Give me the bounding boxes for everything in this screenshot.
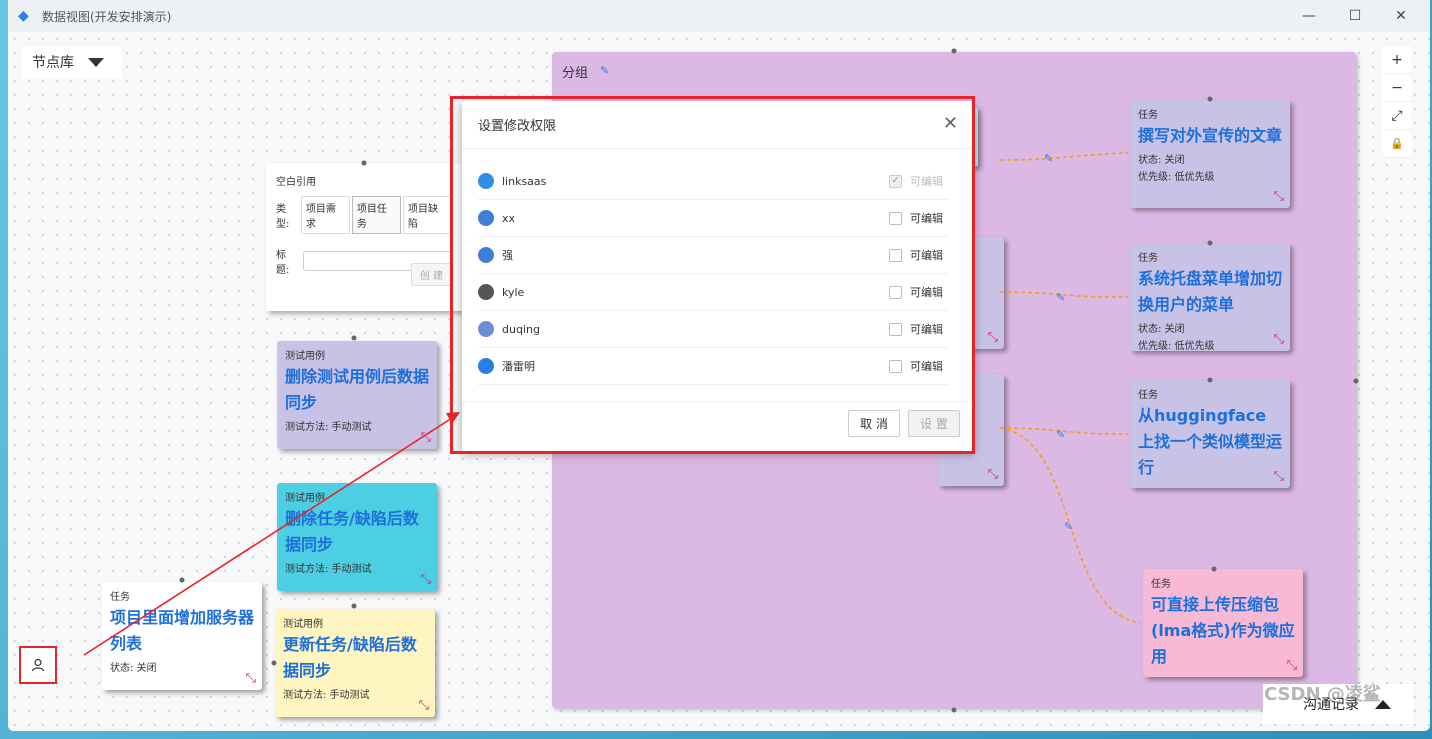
blank-ref-heading: 空白引用 (276, 177, 316, 188)
task-card[interactable]: 任务 系统托盘菜单增加切换用户的菜单 状态: 关闭 优先级: 低优先级 ⤡ (1130, 243, 1290, 351)
card-kind: 测试用例 (285, 493, 325, 504)
card-title: 撰写对外宣传的文章 (1138, 126, 1283, 145)
blank-reference-node[interactable]: 空白引用 类型: 项目需求 项目任务 项目缺陷 标题: 创 建 (266, 163, 462, 311)
zoom-out-button[interactable]: − (1383, 74, 1411, 102)
user-button[interactable] (19, 646, 57, 684)
card-title: 可直接上传压缩包(lma格式)作为微应用 (1151, 595, 1295, 666)
caret-down-icon (88, 57, 104, 67)
card-title: 更新任务/缺陷后数据同步 (283, 635, 417, 680)
resize-icon[interactable]: ⤡ (246, 671, 256, 686)
card-kind: 测试用例 (283, 619, 323, 630)
lock-icon[interactable]: 🔒 (1383, 130, 1411, 158)
testcase-card[interactable]: 测试用例 更新任务/缺陷后数据同步 测试方法: 手动测试 ⤡ (275, 609, 435, 717)
resize-icon[interactable]: ⤡ (1274, 189, 1284, 204)
card-test-method: 测试方法: 手动测试 (285, 422, 372, 433)
resize-icon[interactable]: ⤡ (1274, 469, 1284, 484)
edit-icon[interactable]: ✎ (600, 64, 609, 77)
title-label: 标题: (276, 250, 290, 276)
window-title: 数据视图(开发安排演示) (42, 9, 172, 24)
testcase-card[interactable]: 测试用例 删除任务/缺陷后数据同步 测试方法: 手动测试 ⤡ (277, 483, 437, 591)
card-kind: 测试用例 (285, 351, 325, 362)
card-title: 从huggingface上找一个类似模型运行 (1138, 406, 1283, 477)
tab-task[interactable]: 项目任务 (351, 196, 401, 234)
card-kind: 任务 (1151, 579, 1171, 590)
resize-icon[interactable]: ⤡ (419, 698, 429, 713)
resize-icon[interactable]: ⤡ (988, 330, 998, 345)
testcase-card[interactable]: 测试用例 删除测试用例后数据同步 测试方法: 手动测试 ⤡ (277, 341, 437, 449)
title-bar: ◆ 数据视图(开发安排演示) — ☐ ✕ (8, 0, 1430, 32)
card-priority: 优先级: 低优先级 (1138, 341, 1215, 351)
card-kind: 任务 (1138, 253, 1158, 264)
close-button[interactable]: ✕ (1378, 0, 1424, 32)
card-test-method: 测试方法: 手动测试 (283, 690, 370, 701)
card-kind: 任务 (1138, 390, 1158, 401)
card-status: 状态: 关闭 (1138, 155, 1185, 166)
card-title: 删除任务/缺陷后数据同步 (285, 509, 419, 554)
highlight-box (450, 96, 975, 454)
group-title: 分组 (562, 66, 589, 81)
resize-icon[interactable]: ⤡ (421, 572, 431, 587)
maximize-button[interactable]: ☐ (1332, 0, 1378, 32)
task-card[interactable]: 任务 项目里面增加服务器列表 状态: 关闭 ⤡ (102, 582, 262, 690)
minimize-button[interactable]: — (1286, 0, 1332, 32)
card-test-method: 测试方法: 手动测试 (285, 564, 372, 575)
task-card[interactable]: 任务 从huggingface上找一个类似模型运行 ⤡ (1130, 380, 1290, 488)
node-library-dropdown[interactable]: 节点库 (22, 46, 122, 78)
card-title: 删除测试用例后数据同步 (285, 367, 430, 412)
type-label: 类型: (276, 204, 290, 230)
node-library-label: 节点库 (32, 55, 74, 71)
card-title: 项目里面增加服务器列表 (110, 608, 255, 653)
card-priority: 优先级: 低优先级 (1138, 172, 1215, 183)
resize-icon[interactable]: ⤡ (421, 430, 431, 445)
resize-icon[interactable]: ⤡ (1274, 332, 1284, 347)
card-status: 状态: 关闭 (1138, 324, 1185, 335)
create-button[interactable]: 创 建 (410, 263, 452, 286)
task-card[interactable]: 任务 可直接上传压缩包(lma格式)作为微应用 ⤡ (1143, 569, 1303, 677)
task-card[interactable]: 任务 撰写对外宣传的文章 状态: 关闭 优先级: 低优先级 ⤡ (1130, 100, 1290, 208)
resize-icon[interactable]: ⤡ (1287, 658, 1297, 673)
fit-view-button[interactable]: ⤢ (1383, 102, 1411, 130)
user-icon (31, 658, 45, 672)
card-title: 系统托盘菜单增加切换用户的菜单 (1138, 269, 1283, 314)
resize-icon[interactable]: ⤡ (988, 467, 998, 482)
app-logo-icon: ◆ (18, 8, 29, 24)
tab-requirement[interactable]: 项目需求 (300, 196, 350, 234)
card-kind: 任务 (1138, 110, 1158, 121)
card-status: 状态: 关闭 (110, 663, 157, 674)
card-kind: 任务 (110, 592, 130, 603)
tab-bug[interactable]: 项目缺陷 (402, 196, 453, 234)
zoom-in-button[interactable]: + (1383, 46, 1411, 74)
watermark: CSDN @凌鲨 (1264, 684, 1381, 705)
